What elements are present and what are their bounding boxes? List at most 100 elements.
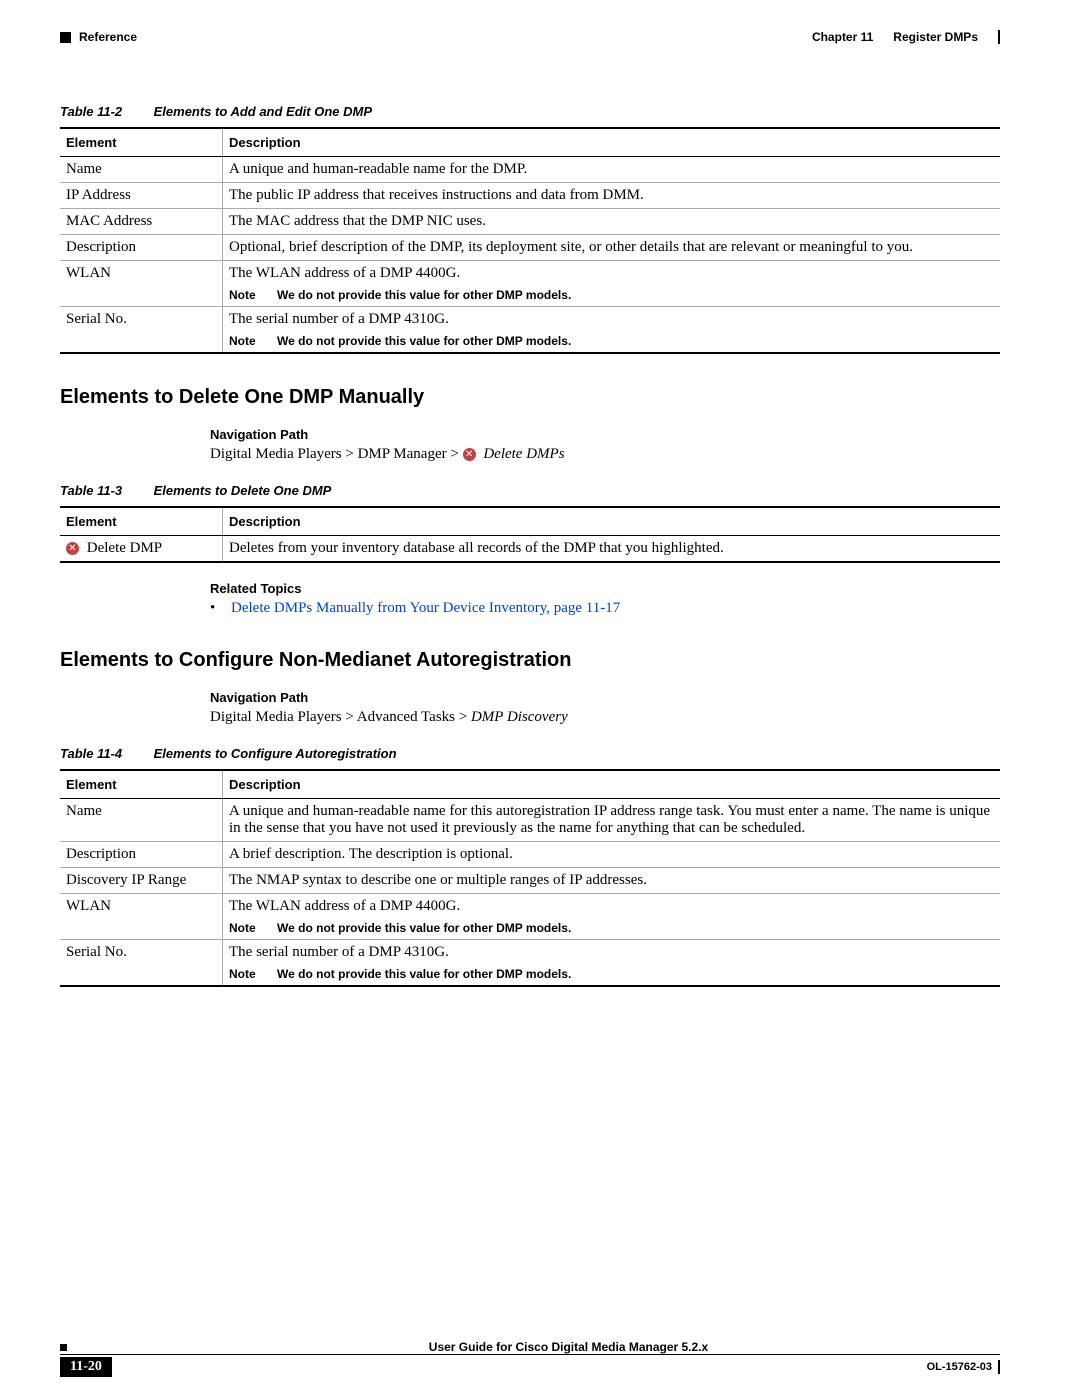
header-chapter: Chapter 11 (812, 30, 873, 44)
cell-element: Serial No. (60, 307, 223, 354)
navpath-target: Delete DMPs (483, 446, 564, 462)
document-page: Reference Chapter 11 Register DMPs Table… (0, 0, 1080, 1397)
table-11-4-caption: Table 11-4 Elements to Configure Autoreg… (60, 746, 1000, 761)
navpath-prefix: Digital Media Players > Advanced Tasks > (210, 709, 471, 725)
table-11-2-th-element: Element (60, 128, 223, 157)
table-11-3-label: Table 11-3 (60, 483, 150, 498)
note-label: Note (229, 334, 256, 348)
footer-doc-id: OL-15762-03 (927, 1361, 992, 1373)
table-11-3-th-element: Element (60, 507, 223, 536)
table-row: WLAN The WLAN address of a DMP 4400G. No… (60, 261, 1000, 307)
page-header: Reference Chapter 11 Register DMPs (60, 30, 1000, 44)
note-text: We do not provide this value for other D… (277, 288, 571, 302)
bullet-icon: • (210, 600, 215, 616)
navigation-path-text: Digital Media Players > DMP Manager > ✕ … (210, 446, 1000, 463)
delete-icon: ✕ (463, 448, 476, 461)
cell-desc: The NMAP syntax to describe one or multi… (223, 868, 1001, 894)
note-label: Note (229, 288, 256, 302)
table-11-2-title: Elements to Add and Edit One DMP (154, 104, 372, 119)
page-footer: User Guide for Cisco Digital Media Manag… (60, 1340, 1000, 1377)
related-topics-label: Related Topics (210, 581, 1000, 596)
table-11-4-title: Elements to Configure Autoregistration (154, 746, 397, 761)
table-11-2-caption: Table 11-2 Elements to Add and Edit One … (60, 104, 1000, 119)
header-divider-icon (998, 30, 1000, 44)
table-11-2: Element Description Name A unique and hu… (60, 127, 1000, 354)
navigation-path-label: Navigation Path (210, 427, 1000, 442)
table-11-2-th-description: Description (223, 128, 1001, 157)
table-11-4: Element Description Name A unique and hu… (60, 769, 1000, 987)
table-row: WLAN The WLAN address of a DMP 4400G. No… (60, 894, 1000, 940)
table-row: IP Address The public IP address that re… (60, 183, 1000, 209)
note-text: We do not provide this value for other D… (277, 967, 571, 981)
delete-icon: ✕ (66, 542, 79, 555)
navpath-target: DMP Discovery (471, 709, 568, 725)
navigation-path-text: Digital Media Players > Advanced Tasks >… (210, 709, 1000, 726)
cell-element: Name (60, 157, 223, 183)
cell-desc: The public IP address that receives inst… (223, 183, 1001, 209)
table-row: MAC Address The MAC address that the DMP… (60, 209, 1000, 235)
table-11-3-th-description: Description (223, 507, 1001, 536)
footer-doc-title: User Guide for Cisco Digital Media Manag… (429, 1340, 708, 1354)
cell-element: Serial No. (60, 940, 223, 987)
note-row: Note We do not provide this value for ot… (229, 967, 994, 981)
table-11-4-th-description: Description (223, 770, 1001, 799)
cell-desc: Optional, brief description of the DMP, … (223, 235, 1001, 261)
cell-desc: The WLAN address of a DMP 4400G. Note We… (223, 261, 1001, 307)
cell-element: ✕ Delete DMP (60, 536, 223, 563)
table-row: Serial No. The serial number of a DMP 43… (60, 307, 1000, 354)
note-row: Note We do not provide this value for ot… (229, 334, 994, 348)
cell-element: IP Address (60, 183, 223, 209)
heading-delete-manually: Elements to Delete One DMP Manually (60, 386, 1000, 409)
related-topic-item: • Delete DMPs Manually from Your Device … (210, 600, 1000, 617)
table-row: Name A unique and human-readable name fo… (60, 157, 1000, 183)
note-text: We do not provide this value for other D… (277, 334, 571, 348)
header-chapter-title: Register DMPs (893, 30, 978, 44)
cell-desc: A unique and human-readable name for thi… (223, 799, 1001, 842)
table-row: Description Optional, brief description … (60, 235, 1000, 261)
heading-configure-autoreg: Elements to Configure Non-Medianet Autor… (60, 649, 1000, 672)
table-11-3: Element Description ✕ Delete DMP Deletes… (60, 506, 1000, 563)
footer-square-icon (60, 1344, 67, 1351)
header-section-label: Reference (79, 30, 137, 44)
cell-desc: A unique and human-readable name for the… (223, 157, 1001, 183)
table-row: Name A unique and human-readable name fo… (60, 799, 1000, 842)
table-11-3-caption: Table 11-3 Elements to Delete One DMP (60, 483, 1000, 498)
note-row: Note We do not provide this value for ot… (229, 288, 994, 302)
header-square-icon (60, 32, 71, 43)
cell-desc: The serial number of a DMP 4310G. Note W… (223, 940, 1001, 987)
table-row: Description A brief description. The des… (60, 842, 1000, 868)
footer-rule (60, 1354, 1000, 1355)
note-row: Note We do not provide this value for ot… (229, 921, 994, 935)
cell-element: WLAN (60, 261, 223, 307)
table-row: ✕ Delete DMP Deletes from your inventory… (60, 536, 1000, 563)
cell-desc: Deletes from your inventory database all… (223, 536, 1001, 563)
cell-desc: The WLAN address of a DMP 4400G. Note We… (223, 894, 1001, 940)
cell-desc-text: The serial number of a DMP 4310G. (229, 944, 449, 960)
page-number: 11-20 (60, 1357, 112, 1377)
cell-desc-text: The serial number of a DMP 4310G. (229, 311, 449, 327)
related-topic-link[interactable]: Delete DMPs Manually from Your Device In… (231, 600, 620, 616)
cell-element: Name (60, 799, 223, 842)
cell-element: Description (60, 235, 223, 261)
table-11-4-label: Table 11-4 (60, 746, 150, 761)
cell-desc: The serial number of a DMP 4310G. Note W… (223, 307, 1001, 354)
cell-element: Description (60, 842, 223, 868)
cell-element: WLAN (60, 894, 223, 940)
cell-desc-text: The WLAN address of a DMP 4400G. (229, 265, 460, 281)
note-label: Note (229, 967, 256, 981)
cell-desc: A brief description. The description is … (223, 842, 1001, 868)
note-text: We do not provide this value for other D… (277, 921, 571, 935)
cell-element-text: Delete DMP (87, 540, 162, 556)
table-row: Serial No. The serial number of a DMP 43… (60, 940, 1000, 987)
table-11-3-title: Elements to Delete One DMP (154, 483, 332, 498)
table-11-4-th-element: Element (60, 770, 223, 799)
navpath-prefix: Digital Media Players > DMP Manager > (210, 446, 463, 462)
cell-desc-text: The WLAN address of a DMP 4400G. (229, 898, 460, 914)
navigation-path-label: Navigation Path (210, 690, 1000, 705)
table-row: Discovery IP Range The NMAP syntax to de… (60, 868, 1000, 894)
footer-divider-icon (998, 1360, 1000, 1374)
cell-element: MAC Address (60, 209, 223, 235)
table-11-2-label: Table 11-2 (60, 104, 150, 119)
cell-element: Discovery IP Range (60, 868, 223, 894)
note-label: Note (229, 921, 256, 935)
